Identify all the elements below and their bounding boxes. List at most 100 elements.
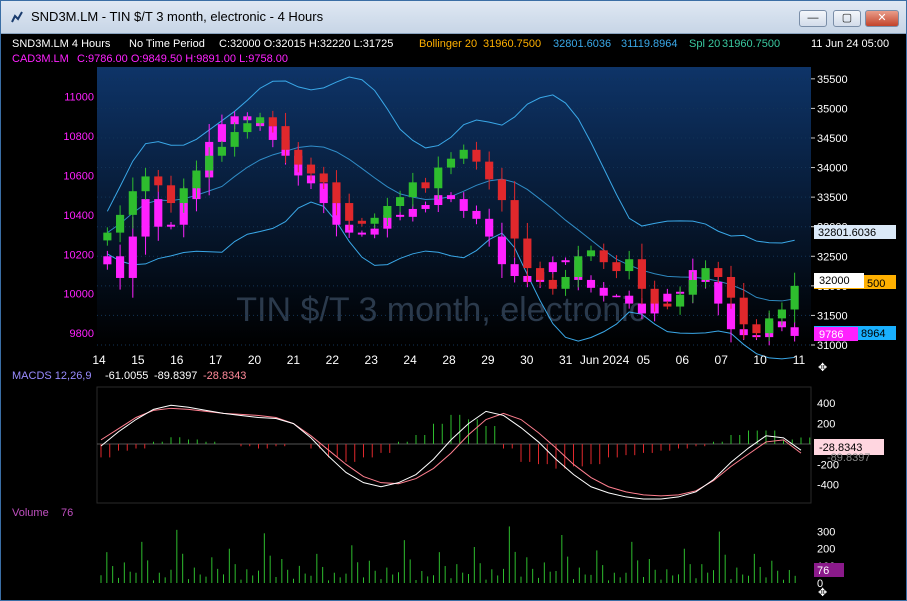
primary-candle-body (103, 232, 112, 241)
date-tick-label: 07 (715, 353, 729, 367)
primary-candle-body (243, 123, 252, 133)
primary-candle-body (332, 182, 341, 204)
overlay-candle-body (446, 195, 456, 200)
right-tick-label: 31000 (817, 340, 848, 352)
primary-candle-body (256, 117, 265, 124)
overlay-candle-body (459, 199, 468, 211)
minimize-button[interactable]: — (799, 10, 827, 27)
primary-candle-body (179, 188, 188, 204)
overlay-candle-body (612, 295, 621, 298)
date-tick-label: Jun 2024 (580, 353, 630, 367)
primary-candle-body (510, 200, 519, 239)
watermark-text: TIN $/T 3 month, electronic (236, 291, 645, 329)
maximize-button[interactable]: ▢ (833, 10, 861, 27)
left-tick-label: 9800 (70, 328, 94, 340)
overlay-candle-body (561, 260, 570, 263)
primary-candle-body (676, 294, 685, 307)
overlay-candle-body (790, 327, 799, 336)
overlay-price-tag-text: 9786 (819, 329, 843, 341)
volume-label: Volume (12, 507, 49, 519)
right-tick-label: 34500 (817, 133, 848, 145)
right-tick-label: 35500 (817, 74, 848, 86)
date-tick-label: 31 (559, 353, 573, 367)
bollinger-upper-value: 32801.6036 (553, 38, 611, 50)
primary-candle-body (688, 279, 697, 295)
overlay-candle-body (625, 295, 634, 304)
primary-candle-body (663, 303, 672, 307)
primary-candle-body (726, 276, 736, 298)
date-tick-label: 16 (170, 353, 184, 367)
date-tick-label: 22 (326, 353, 340, 367)
date-axis: 14 15 16 17 20 21 22 23 24 28 29 30 31 Jun 2024 05 06 07… (92, 353, 805, 367)
spl-label: Spl 20 (689, 38, 720, 50)
primary-candle-body (141, 176, 150, 192)
overlay-candle-body (637, 303, 646, 314)
date-tick-label: 05 (637, 353, 651, 367)
lower-band-tag-text: 8964 (861, 328, 885, 340)
primary-candle-body (268, 117, 277, 127)
maximize-icon: ▢ (841, 12, 853, 24)
left-tick-label: 10800 (63, 131, 94, 143)
overlay-candle-body (485, 218, 494, 237)
macd-tick-label: 400 (817, 398, 835, 410)
left-price-axis: 11000 10800 10600 10400 10200 10000 9800 (63, 92, 94, 341)
primary-candle-body (752, 324, 761, 334)
date-tick-label: 14 (92, 353, 106, 367)
primary-candle-body (217, 146, 226, 156)
right-tick-label: 33500 (817, 192, 848, 204)
close-icon: ✕ (877, 12, 887, 24)
chart-window: SND3M.LM - TIN $/T 3 month, electronic -… (0, 0, 907, 601)
volume-scroll-icon[interactable]: ✥ (818, 586, 827, 599)
datetime-label: 11 Jun 24 05:00 (811, 38, 889, 50)
close-button[interactable]: ✕ (865, 10, 899, 27)
overlay-candle-body (421, 205, 430, 209)
macd-panel[interactable] (96, 386, 812, 504)
volume-panel[interactable] (97, 521, 811, 583)
primary-candle-body (701, 268, 710, 280)
macd-value-2: -89.8397 (154, 370, 197, 382)
primary-candle-body (166, 185, 176, 204)
primary-candle-body (459, 149, 468, 159)
primary-candle-body (294, 149, 303, 165)
overlay-candle-body (510, 264, 519, 276)
primary-candle-body (497, 179, 506, 201)
primary-candle-body (408, 182, 417, 198)
macd-value-3: -28.8343 (203, 370, 246, 382)
upper-band-tag-text: 32801.6036 (818, 227, 876, 239)
right-tick-label: 31500 (817, 310, 848, 322)
primary-candle-body (548, 279, 557, 289)
primary-candle-body (319, 173, 328, 183)
overlay-candle-body (370, 228, 379, 235)
primary-candle-body (128, 191, 137, 215)
volume-tick-label: 300 (817, 527, 835, 539)
left-tick-label: 10600 (63, 170, 94, 182)
overlay-candle-body (116, 256, 125, 278)
primary-candle-body (345, 203, 354, 221)
date-tick-label: 21 (287, 353, 301, 367)
overlay-candle-body (128, 236, 137, 278)
primary-candle-body (574, 256, 583, 277)
mid-band-tag-text: 500 (867, 278, 885, 290)
chart-canvas[interactable]: SND3M.LM 4 Hours No Time Period C:32000 … (1, 34, 906, 600)
overlay-candle-body (217, 124, 226, 142)
overlay-candle-body (663, 293, 672, 302)
right-price-axis: 3550035000345003400033500330003250032000… (811, 74, 848, 352)
primary-candle-body (625, 259, 634, 272)
primary-candle-body (536, 268, 545, 280)
overlay-candle-body (586, 279, 596, 288)
date-tick-label: 10 (753, 353, 767, 367)
macd-tick-label: 200 (817, 419, 835, 431)
volume-value: 76 (61, 507, 73, 519)
date-scroll-icon[interactable]: ✥ (818, 361, 827, 374)
title-bar[interactable]: SND3M.LM - TIN $/T 3 month, electronic -… (1, 1, 906, 34)
primary-candle-body (357, 220, 366, 224)
symbol-label: SND3M.LM 4 Hours (12, 38, 111, 50)
spl-value: 31960.7500 (722, 38, 780, 50)
date-tick-label: 23 (365, 353, 379, 367)
chart-app-icon (11, 11, 23, 23)
primary-candle-body (281, 126, 290, 150)
right-tick-label: 32500 (817, 251, 848, 263)
left-tick-label: 10000 (63, 289, 94, 301)
primary-candle-body (777, 309, 786, 319)
primary-candle-body (396, 197, 405, 206)
